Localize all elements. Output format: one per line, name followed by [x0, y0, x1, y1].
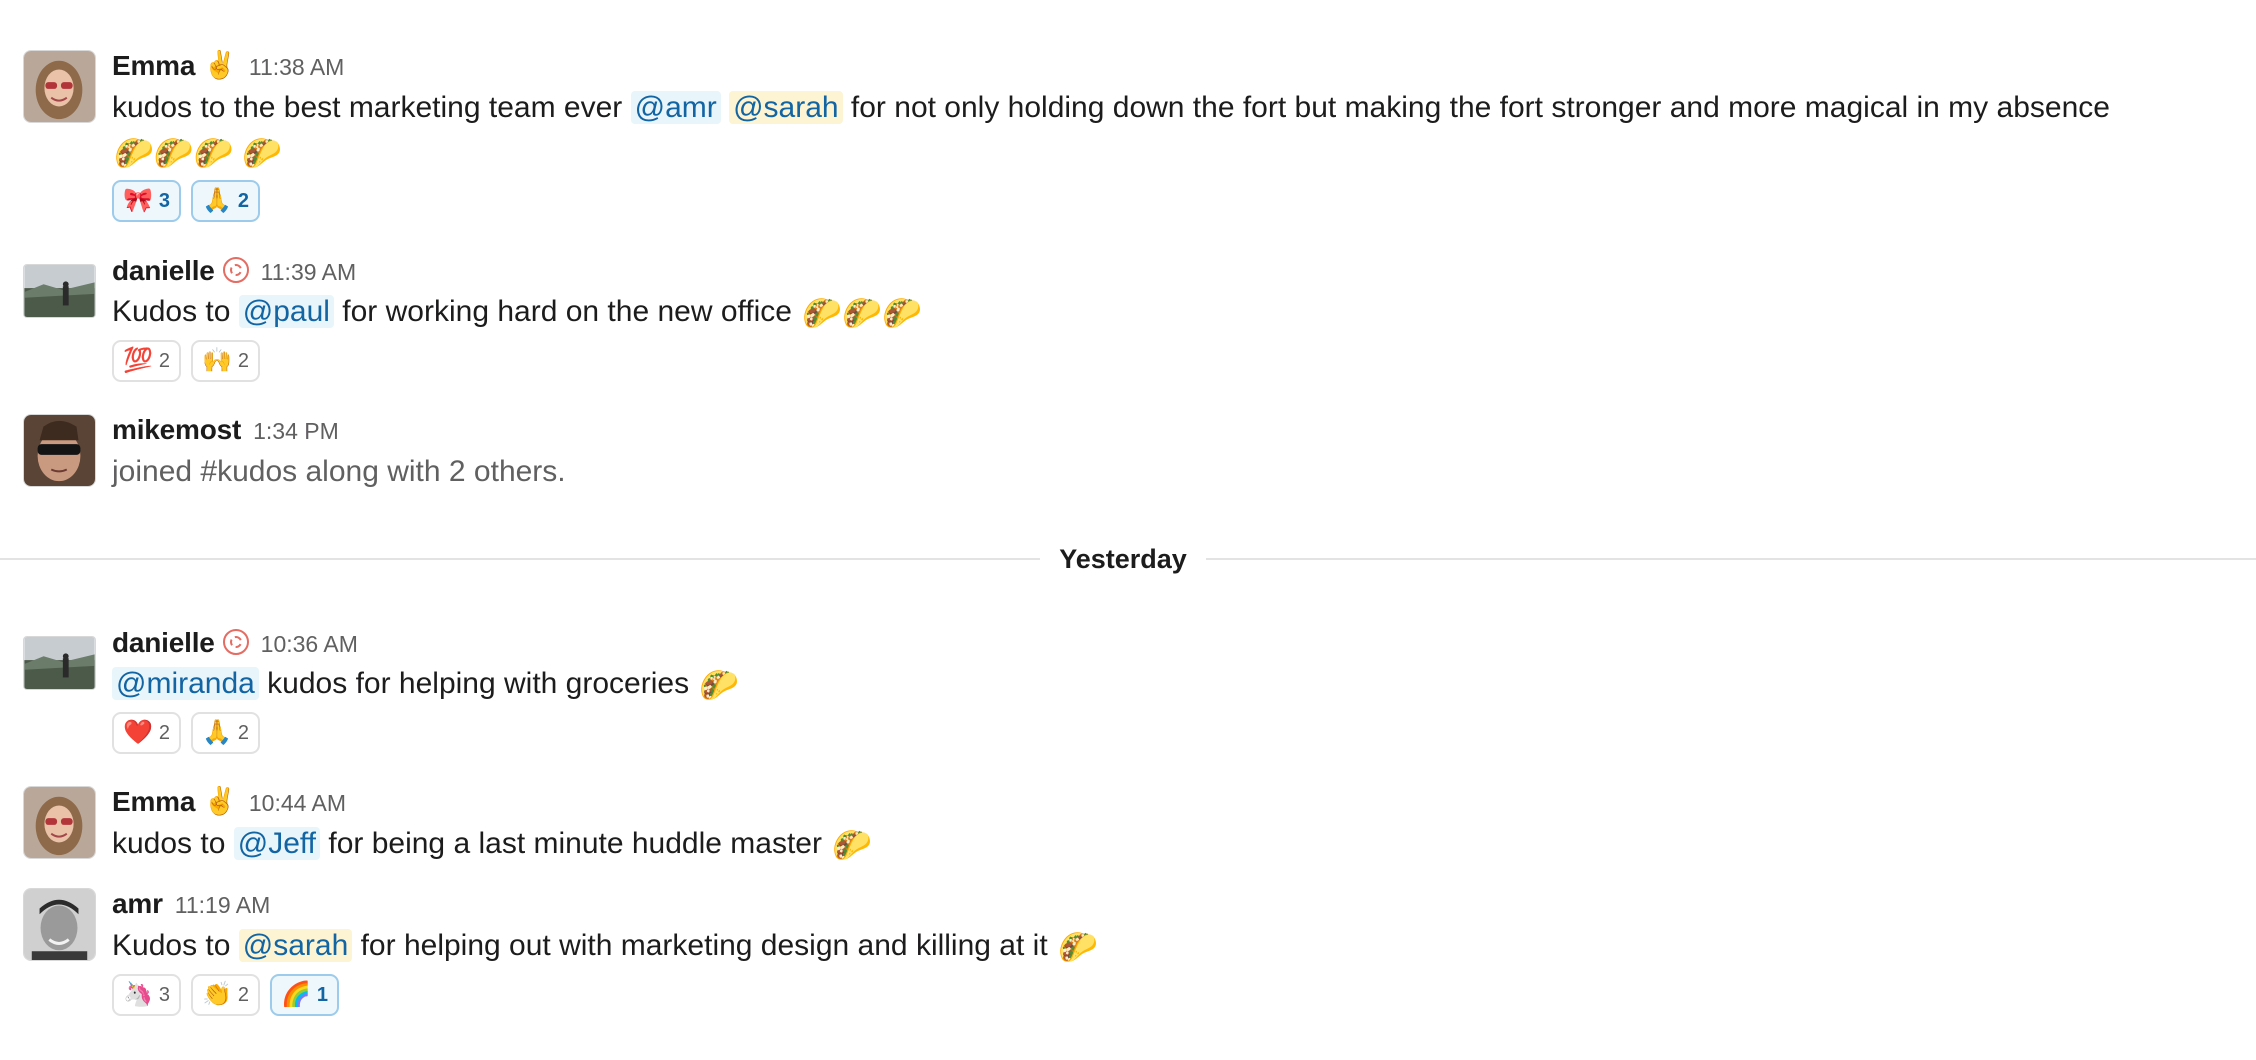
taco-emoji: 🌮: [1058, 929, 1098, 965]
system-message-text: joined #kudos along with 2 others.: [112, 455, 566, 488]
reactions: ❤️ 2 🙏 2: [112, 712, 2242, 754]
reaction-count: 2: [158, 721, 171, 744]
author-name[interactable]: amr: [112, 888, 163, 920]
avatar-image: [24, 787, 95, 858]
timestamp[interactable]: 10:36 AM: [261, 631, 358, 658]
raised-hands-icon: 🙌: [202, 347, 232, 374]
pray-icon: 🙏: [202, 187, 232, 214]
author-name[interactable]: Emma: [112, 50, 195, 82]
author-name[interactable]: danielle: [112, 255, 215, 287]
avatar[interactable]: [23, 888, 96, 961]
author-name[interactable]: danielle: [112, 627, 215, 659]
text-segment: for working hard on the new office: [333, 295, 801, 328]
author-name[interactable]: mikemost: [112, 414, 241, 446]
mention-sarah[interactable]: @sarah: [729, 91, 843, 124]
text-segment: for being a last minute huddle master: [320, 827, 831, 860]
text-segment: for helping out with marketing design an…: [352, 929, 1056, 962]
reaction-count: 1: [316, 983, 329, 1006]
avatar[interactable]: [23, 50, 96, 123]
timestamp[interactable]: 1:34 PM: [253, 418, 339, 445]
reactions: 🦄 3 👏 2 🌈 1: [112, 974, 2242, 1016]
reactions: 💯 2 🙌 2: [112, 340, 2242, 382]
taco-emoji: 🌮🌮🌮: [802, 295, 922, 331]
status-emoji: ✌️: [203, 50, 237, 80]
reaction-count: 2: [237, 349, 250, 372]
heart-icon: ❤️: [123, 719, 153, 746]
mention-paul[interactable]: @paul: [238, 295, 334, 328]
text-segment: [721, 91, 729, 124]
message-text: kudos to the best marketing team ever @a…: [112, 86, 2232, 174]
hundred-icon: 💯: [123, 347, 153, 374]
reaction-count: 2: [237, 983, 250, 1006]
reaction-rainbow[interactable]: 🌈 1: [270, 974, 340, 1016]
message-text: kudos to @Jeff for being a last minute h…: [112, 822, 2242, 866]
reaction-raised-hands[interactable]: 🙌 2: [191, 340, 261, 382]
reaction-pray[interactable]: 🙏 2: [191, 712, 261, 754]
avatar-image: [24, 889, 95, 960]
reaction-count: 3: [158, 983, 171, 1006]
timestamp[interactable]: 11:38 AM: [249, 54, 344, 81]
avatar-image: [24, 51, 95, 122]
mention-jeff[interactable]: @Jeff: [233, 827, 321, 860]
avatar-image: [24, 637, 95, 689]
author-name[interactable]: Emma: [112, 786, 195, 818]
avatar[interactable]: [23, 264, 96, 318]
mention-amr[interactable]: @amr: [630, 91, 721, 124]
ribbon-icon: 🎀: [123, 187, 153, 214]
clap-icon: 👏: [202, 981, 232, 1008]
status-icon: [222, 629, 249, 655]
reaction-pray[interactable]: 🙏 2: [191, 180, 261, 222]
reaction-count: 3: [158, 189, 171, 212]
reaction-heart[interactable]: ❤️ 2: [112, 712, 182, 754]
text-segment: for not only holding down the fort but m…: [842, 91, 2110, 124]
unicorn-icon: 🦄: [123, 981, 153, 1008]
avatar-image: [24, 415, 95, 486]
taco-emoji: 🌮: [832, 827, 873, 863]
text-segment: kudos for helping with groceries: [258, 667, 698, 700]
text-segment: kudos to the best marketing team ever: [112, 91, 631, 124]
message-text: @miranda kudos for helping with grocerie…: [112, 662, 2242, 706]
avatar-image: [24, 265, 95, 317]
mention-sarah[interactable]: @sarah: [238, 929, 353, 962]
pray-icon: 🙏: [202, 719, 232, 746]
reaction-count: 2: [237, 189, 250, 212]
taco-emoji: 🌮: [699, 667, 740, 703]
reaction-count: 2: [158, 349, 171, 372]
message-feed: Emma ✌️ 11:38 AM kudos to the best marke…: [0, 0, 2256, 1060]
avatar[interactable]: [23, 414, 96, 487]
reactions: 🎀 3 🙏 2: [112, 180, 2242, 222]
message-text: Kudos to @sarah for helping out with mar…: [112, 924, 2242, 968]
status-icon: [222, 257, 249, 283]
taco-emoji: 🌮🌮🌮 🌮: [114, 135, 283, 171]
reaction-unicorn[interactable]: 🦄 3: [112, 974, 182, 1016]
avatar[interactable]: [23, 786, 96, 859]
mention-miranda[interactable]: @miranda: [112, 667, 259, 700]
reaction-clap[interactable]: 👏 2: [191, 974, 261, 1016]
text-segment: kudos to: [112, 827, 234, 860]
timestamp[interactable]: 11:19 AM: [175, 892, 270, 919]
reaction-count: 2: [237, 721, 250, 744]
message-text: Kudos to @paul for working hard on the n…: [112, 290, 2242, 334]
date-divider-label[interactable]: Yesterday: [1040, 540, 1206, 578]
reaction-ribbon[interactable]: 🎀 3: [112, 180, 182, 222]
text-segment: Kudos to: [112, 295, 239, 328]
text-segment: Kudos to: [112, 929, 239, 962]
status-emoji: ✌️: [203, 786, 237, 816]
rainbow-icon: 🌈: [281, 981, 311, 1008]
timestamp[interactable]: 10:44 AM: [249, 790, 346, 817]
avatar[interactable]: [23, 636, 96, 690]
reaction-100[interactable]: 💯 2: [112, 340, 182, 382]
timestamp[interactable]: 11:39 AM: [261, 259, 356, 286]
